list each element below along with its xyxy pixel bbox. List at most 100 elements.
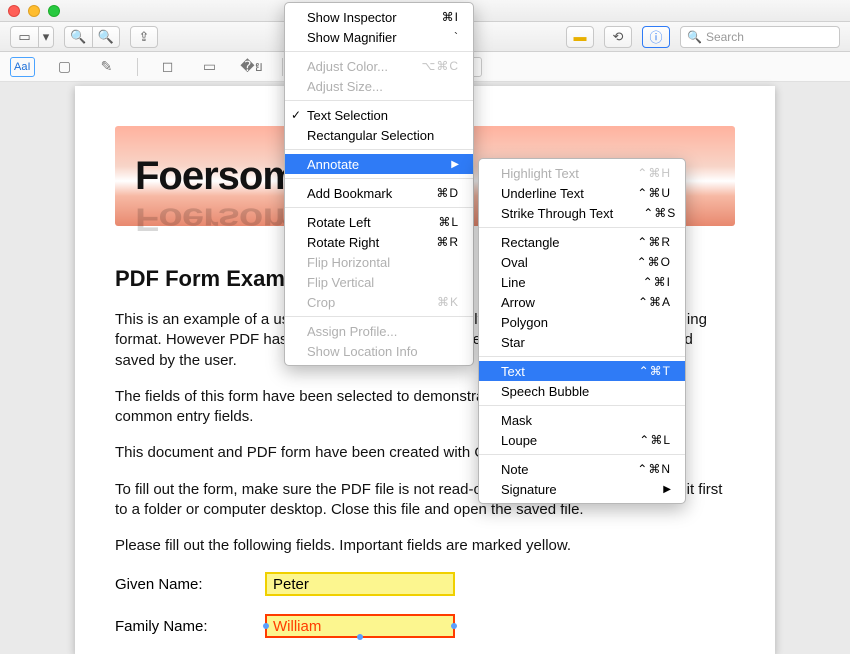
menu-item[interactable]: Mask [479, 410, 685, 430]
selection-handle[interactable] [357, 634, 363, 640]
family-name-value: William [273, 618, 321, 635]
menu-item: Flip Vertical [285, 272, 473, 292]
menu-item[interactable]: Loupe⌃⌘L [479, 430, 685, 450]
sidebar-menu-button[interactable]: ▾ [38, 26, 54, 48]
paragraph: Please fill out the following fields. Im… [115, 536, 735, 556]
selection-handle[interactable] [263, 623, 269, 629]
family-name-label: Family Name: [115, 618, 265, 635]
form-row-given-name: Given Name: Peter [115, 572, 735, 596]
given-name-field[interactable]: Peter [265, 572, 455, 596]
menu-separator [285, 100, 473, 101]
family-name-field[interactable]: William [265, 614, 455, 638]
menu-item-label: Highlight Text [501, 166, 579, 181]
menu-item[interactable]: Rectangular Selection [285, 125, 473, 145]
annotate-submenu: Highlight Text ⌃⌘H Underline Text ⌃⌘U Strike… [478, 158, 686, 504]
menu-item-label: Rectangular Selection [307, 128, 434, 143]
menu-shortcut: ⌃⌘R [607, 235, 671, 249]
menu-item[interactable]: Polygon [479, 312, 685, 332]
banner-logo: Foersom [135, 154, 297, 199]
menu-item[interactable]: Rotate Left ⌘L [285, 212, 473, 232]
menu-separator [285, 51, 473, 52]
menu-item-label: Rotate Left [307, 215, 371, 230]
menu-item[interactable]: Rotate Right ⌘R [285, 232, 473, 252]
menu-item[interactable]: Strike Through Text⌃⌘S [479, 203, 685, 223]
zoom-out-icon: 🔍 [70, 29, 86, 45]
menu-separator [285, 316, 473, 317]
zoom-in-icon: 🔍 [98, 29, 114, 45]
menu-item[interactable]: ✓Text Selection [285, 105, 473, 125]
highlight-tool-button[interactable]: ▬ [566, 26, 594, 48]
menu-item: Adjust Size... [285, 76, 473, 96]
menu-item-label: Text Selection [307, 108, 388, 123]
menu-item[interactable]: Show Inspector⌘I [285, 7, 473, 27]
menu-item-label: Line [501, 275, 526, 290]
menu-item-label: Polygon [501, 315, 548, 330]
menu-item: Highlight Text ⌃⌘H [479, 163, 685, 183]
share-button[interactable]: ⇪ [130, 26, 158, 48]
menu-item[interactable]: Note ⌃⌘N [479, 459, 685, 479]
text-tool-button[interactable]: ▭ [198, 57, 222, 77]
menu-item-label: Show Location Info [307, 344, 418, 359]
menu-separator [285, 207, 473, 208]
sketch-tool-button[interactable]: ✎ [95, 57, 119, 77]
menu-item[interactable]: Oval⌃⌘O [479, 252, 685, 272]
menu-item[interactable]: Star [479, 332, 685, 352]
menu-item-label: Adjust Color... [307, 59, 388, 74]
shapes-tool-button[interactable]: ◻︎ [156, 57, 180, 77]
menu-shortcut: ⌘D [406, 186, 459, 200]
sidebar-toggle-button[interactable]: ▭ [10, 26, 38, 48]
submenu-arrow-icon: ▶ [421, 159, 459, 170]
menu-shortcut: ⌃⌘N [607, 462, 671, 476]
menu-item[interactable]: Arrow ⌃⌘A [479, 292, 685, 312]
menu-item-label: Oval [501, 255, 528, 270]
menu-item-label: Annotate [307, 157, 359, 172]
menu-item-label: Assign Profile... [307, 324, 397, 339]
menu-item[interactable]: Show Magnifier` [285, 27, 473, 47]
menu-separator [285, 149, 473, 150]
search-placeholder: Search [706, 30, 744, 44]
markup-icon: ⓘ [649, 27, 662, 46]
menu-item[interactable]: Rectangle⌃⌘R [479, 232, 685, 252]
menu-item[interactable]: Text⌃⌘T [479, 361, 685, 381]
zoom-in-button[interactable]: 🔍 [92, 26, 120, 48]
menu-item-label: Rotate Right [307, 235, 379, 250]
submenu-arrow-icon: ▶ [633, 484, 671, 495]
menu-shortcut: ⌘K [407, 295, 459, 309]
menu-separator [479, 227, 685, 228]
rotate-button[interactable]: ⟲ [604, 26, 632, 48]
search-icon: 🔍 [687, 30, 702, 44]
menu-item-label: Star [501, 335, 525, 350]
menu-shortcut: ⌃⌘U [607, 186, 671, 200]
zoom-out-button[interactable]: 🔍 [64, 26, 92, 48]
menu-item-label: Signature [501, 482, 557, 497]
form-row-family-name: Family Name: William [115, 614, 735, 638]
menu-item-label: Note [501, 462, 528, 477]
text-style-button[interactable]: AaI [10, 57, 35, 77]
menu-shortcut: ⌘I [412, 10, 459, 24]
menu-shortcut: ⌃⌘H [607, 166, 671, 180]
menu-shortcut: ⌃⌘A [608, 295, 671, 309]
menu-shortcut: ⌃⌘S [613, 206, 676, 220]
menu-item: Flip Horizontal [285, 252, 473, 272]
menu-item[interactable]: Signature ▶ [479, 479, 685, 499]
menu-item[interactable]: Underline Text ⌃⌘U [479, 183, 685, 203]
menu-item-label: Show Magnifier [307, 30, 397, 45]
menu-shortcut: ⌘R [406, 235, 459, 249]
menu-shortcut: ⌃⌘T [609, 364, 671, 378]
menu-shortcut: ⌥⌘C [392, 59, 460, 73]
menu-separator [479, 405, 685, 406]
menu-shortcut: ⌃⌘L [609, 433, 671, 447]
menu-item[interactable]: Add Bookmark⌘D [285, 183, 473, 203]
menu-shortcut: ⌘L [408, 215, 459, 229]
selection-handle[interactable] [451, 623, 457, 629]
sign-tool-button[interactable]: �ย [240, 57, 264, 77]
search-field[interactable]: 🔍 Search [680, 26, 840, 48]
menu-item-label: Flip Horizontal [307, 255, 390, 270]
markup-toggle-button[interactable]: ⓘ [642, 26, 670, 48]
menu-item-label: Underline Text [501, 186, 584, 201]
menu-item[interactable]: Line⌃⌘I [479, 272, 685, 292]
menu-item[interactable]: Speech Bubble [479, 381, 685, 401]
menu-item-label: Arrow [501, 295, 535, 310]
menu-item[interactable]: Annotate ▶ [285, 154, 473, 174]
select-tool-button[interactable]: ▢ [53, 57, 77, 77]
